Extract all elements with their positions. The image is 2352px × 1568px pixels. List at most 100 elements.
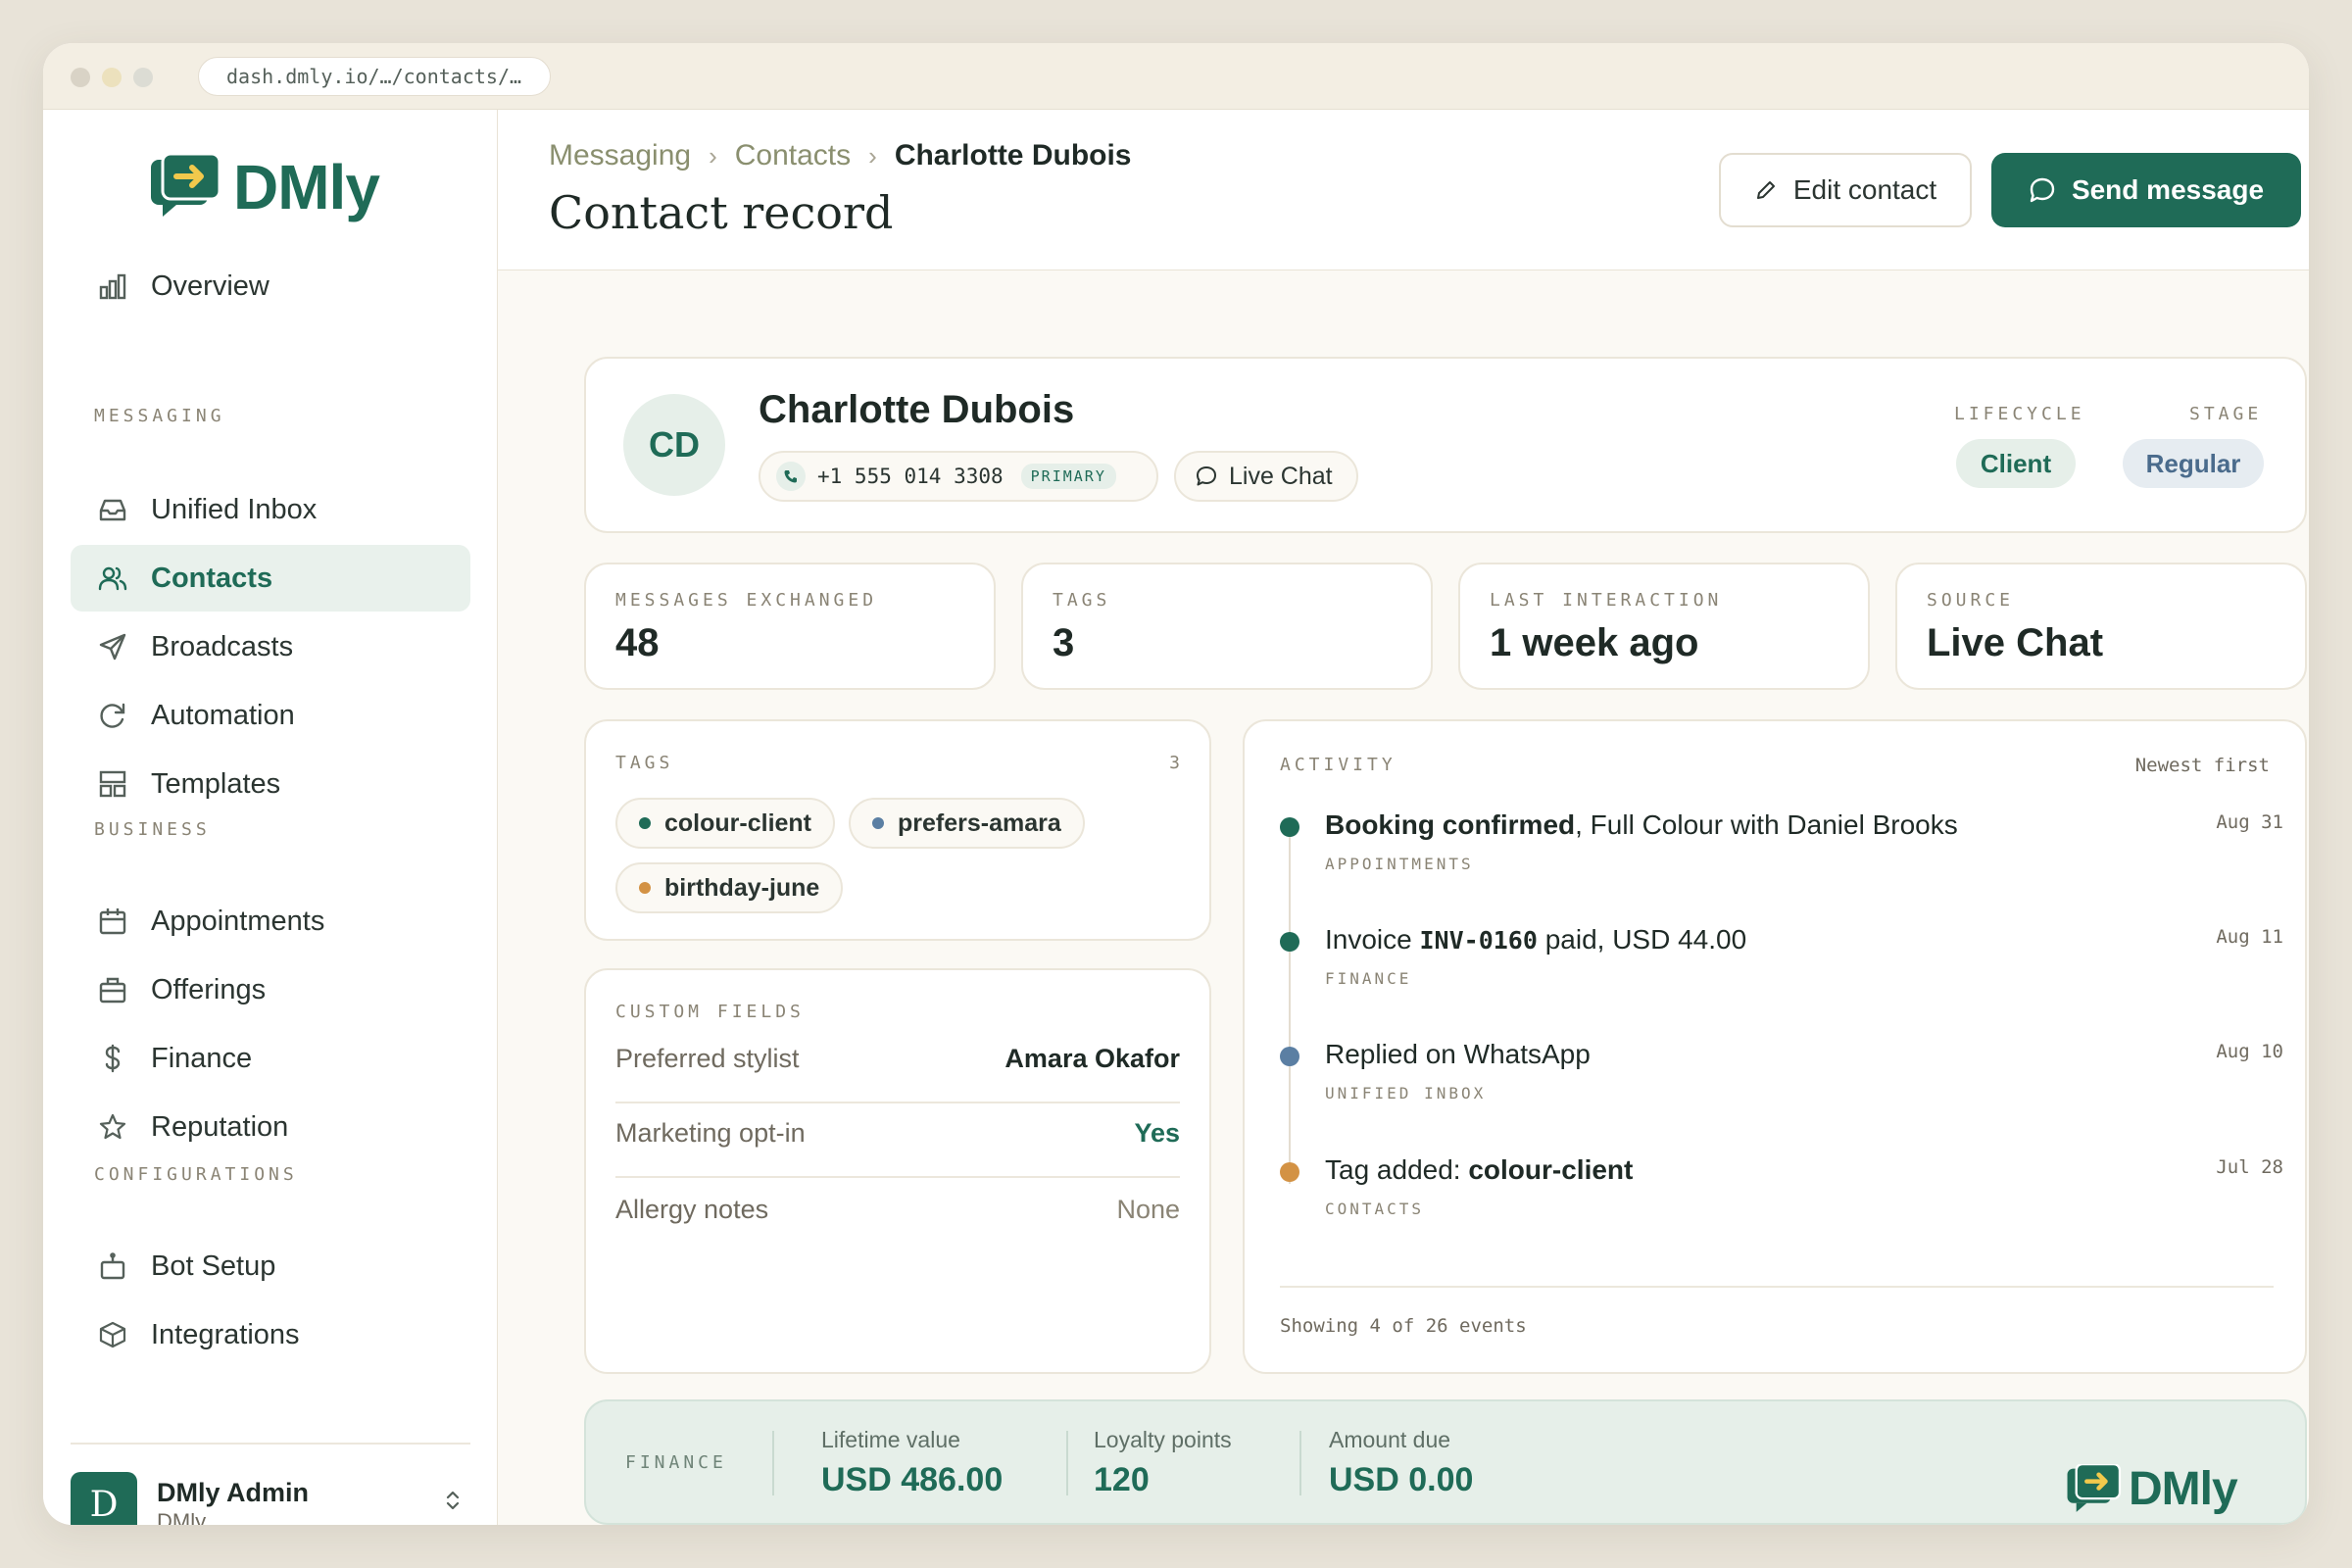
stage-label: STAGE xyxy=(2189,404,2263,424)
stat-value: 1 week ago xyxy=(1490,621,1699,664)
custom-field-value[interactable]: None xyxy=(1116,1195,1180,1225)
sidebar-item-templates[interactable]: Templates xyxy=(71,751,470,817)
custom-fields-title: CUSTOM FIELDS xyxy=(615,1002,805,1022)
tag-chip[interactable]: prefers-amara xyxy=(849,798,1085,849)
channel-pill[interactable]: Live Chat xyxy=(1174,451,1358,502)
edit-contact-button[interactable]: Edit contact xyxy=(1719,153,1972,227)
app-window: dash.dmly.io/…/contacts/… DMly Overview … xyxy=(43,43,2309,1525)
activity-date: Jul 28 xyxy=(2216,1156,2283,1178)
contact-profile-card: CD Charlotte Dubois +1 555 014 3308 PRIM… xyxy=(584,357,2307,533)
activity-title: ACTIVITY xyxy=(1280,755,1396,775)
section-heading-business: BUSINESS xyxy=(94,819,211,840)
section-heading-messaging: MESSAGING xyxy=(94,406,225,426)
window-minimize-dot[interactable] xyxy=(102,68,122,87)
activity-category: CONTACTS xyxy=(1325,1200,1425,1218)
breadcrumb: Messaging › Contacts › Charlotte Dubois xyxy=(549,139,1131,172)
window-close-dot[interactable] xyxy=(71,68,90,87)
chat-arrow-logo-icon xyxy=(2067,1463,2122,1512)
breadcrumb-contacts[interactable]: Contacts xyxy=(735,139,851,172)
sidebar-item-automation[interactable]: Automation xyxy=(71,682,470,749)
stage-badge[interactable]: Regular xyxy=(2123,439,2264,488)
timeline-dot-icon xyxy=(1280,1047,1299,1066)
sidebar-item-label: Appointments xyxy=(151,905,325,937)
chat-bubble-icon xyxy=(2029,176,2056,204)
activity-category: APPOINTMENTS xyxy=(1325,855,1474,873)
sidebar-item-broadcasts[interactable]: Broadcasts xyxy=(71,613,470,680)
custom-field-key: Preferred stylist xyxy=(615,1043,800,1073)
account-switcher[interactable]: D DMly Admin DMly xyxy=(71,1443,470,1525)
breadcrumb-current: Charlotte Dubois xyxy=(894,139,1132,172)
chevron-right-icon: › xyxy=(709,140,717,171)
contact-name: Charlotte Dubois xyxy=(759,388,1075,431)
send-message-button[interactable]: Send message xyxy=(1991,153,2301,227)
contact-avatar: CD xyxy=(623,394,725,496)
section-heading-configurations: CONFIGURATIONS xyxy=(94,1164,298,1185)
sidebar-item-integrations[interactable]: Integrations xyxy=(71,1301,470,1368)
sidebar-item-appointments[interactable]: Appointments xyxy=(71,888,470,955)
stat-card-last-interaction: LAST INTERACTION 1 week ago xyxy=(1458,563,1870,690)
main-content: Messaging › Contacts › Charlotte Dubois … xyxy=(498,110,2309,1525)
lifecycle-badge[interactable]: Client xyxy=(1956,439,2076,488)
custom-field-row: Preferred stylist Amara Okafor xyxy=(615,1021,1180,1096)
stat-card-tags: TAGS 3 xyxy=(1021,563,1433,690)
stat-label: MESSAGES EXCHANGED xyxy=(615,590,878,611)
tag-label: birthday-june xyxy=(664,873,820,902)
tag-dot-icon xyxy=(639,882,651,894)
stat-value: 48 xyxy=(615,621,660,664)
tag-dot-icon xyxy=(639,817,651,829)
activity-sort-toggle[interactable]: Newest first xyxy=(2135,755,2270,776)
phone-pill[interactable]: +1 555 014 3308 PRIMARY xyxy=(759,451,1158,502)
activity-date: Aug 31 xyxy=(2216,811,2283,833)
custom-field-row: Allergy notes None xyxy=(615,1172,1180,1247)
activity-text: Replied on WhatsApp xyxy=(1325,1039,1591,1069)
finance-loyalty-points: Loyalty points 120 xyxy=(1094,1427,1232,1498)
tag-label: colour-client xyxy=(664,808,812,837)
sidebar-item-label: Finance xyxy=(151,1042,253,1074)
custom-field-row: Marketing opt-in Yes xyxy=(615,1096,1180,1170)
breadcrumb-messaging[interactable]: Messaging xyxy=(549,139,691,172)
sidebar-item-label: Templates xyxy=(151,767,281,800)
sidebar: DMly Overview MESSAGING Unified Inbox Co… xyxy=(43,110,498,1525)
brand-watermark-name: DMly xyxy=(2129,1463,2238,1515)
sidebar-item-overview[interactable]: Overview xyxy=(71,253,470,319)
window-maximize-dot[interactable] xyxy=(133,68,153,87)
send-message-label: Send message xyxy=(2071,174,2265,205)
custom-field-value[interactable]: Amara Okafor xyxy=(1004,1044,1180,1074)
sidebar-item-reputation[interactable]: Reputation xyxy=(71,1094,470,1160)
sidebar-item-contacts[interactable]: Contacts xyxy=(71,545,470,612)
activity-text: Invoice INV-0160 paid, USD 44.00 xyxy=(1325,924,1747,955)
phone-icon xyxy=(776,462,806,491)
stat-card-source: SOURCE Live Chat xyxy=(1895,563,2307,690)
sidebar-item-unified-inbox[interactable]: Unified Inbox xyxy=(71,476,470,543)
sidebar-item-label: Offerings xyxy=(151,973,267,1005)
sidebar-item-finance[interactable]: Finance xyxy=(71,1025,470,1092)
activity-category: FINANCE xyxy=(1325,969,1412,988)
brand-watermark: DMly xyxy=(2066,1462,2238,1516)
address-bar[interactable]: dash.dmly.io/…/contacts/… xyxy=(198,57,551,96)
custom-field-value[interactable]: Yes xyxy=(1134,1118,1180,1149)
chevron-up-down-icon[interactable] xyxy=(445,1490,461,1516)
sidebar-item-bot-setup[interactable]: Bot Setup xyxy=(71,1233,470,1299)
channel-label: Live Chat xyxy=(1229,462,1333,490)
timeline-dot-icon xyxy=(1280,932,1299,952)
brand-name: DMly xyxy=(233,152,380,222)
sidebar-item-offerings[interactable]: Offerings xyxy=(71,956,470,1023)
tag-chip[interactable]: birthday-june xyxy=(615,862,844,913)
brand-logo[interactable]: DMly xyxy=(149,151,380,223)
divider xyxy=(1280,1286,2274,1288)
custom-fields-card: CUSTOM FIELDS Preferred stylist Amara Ok… xyxy=(584,968,1211,1374)
tag-chip[interactable]: colour-client xyxy=(615,798,836,849)
avatar: D xyxy=(71,1472,137,1525)
lifecycle-label: LIFECYCLE xyxy=(1954,404,2085,424)
activity-date: Aug 10 xyxy=(2216,1041,2283,1062)
primary-badge: PRIMARY xyxy=(1020,464,1116,489)
activity-text: Tag added: colour-client xyxy=(1325,1154,1634,1185)
activity-date: Aug 11 xyxy=(2216,926,2283,948)
finance-amount-due: Amount due USD 0.00 xyxy=(1329,1427,1474,1498)
tags-count: 3 xyxy=(1169,753,1180,773)
chat-arrow-logo-icon xyxy=(151,154,221,217)
chevron-right-icon: › xyxy=(868,140,877,171)
phone-number: +1 555 014 3308 xyxy=(817,465,1004,488)
sidebar-item-label: Broadcasts xyxy=(151,630,294,662)
custom-field-key: Marketing opt-in xyxy=(615,1117,806,1148)
